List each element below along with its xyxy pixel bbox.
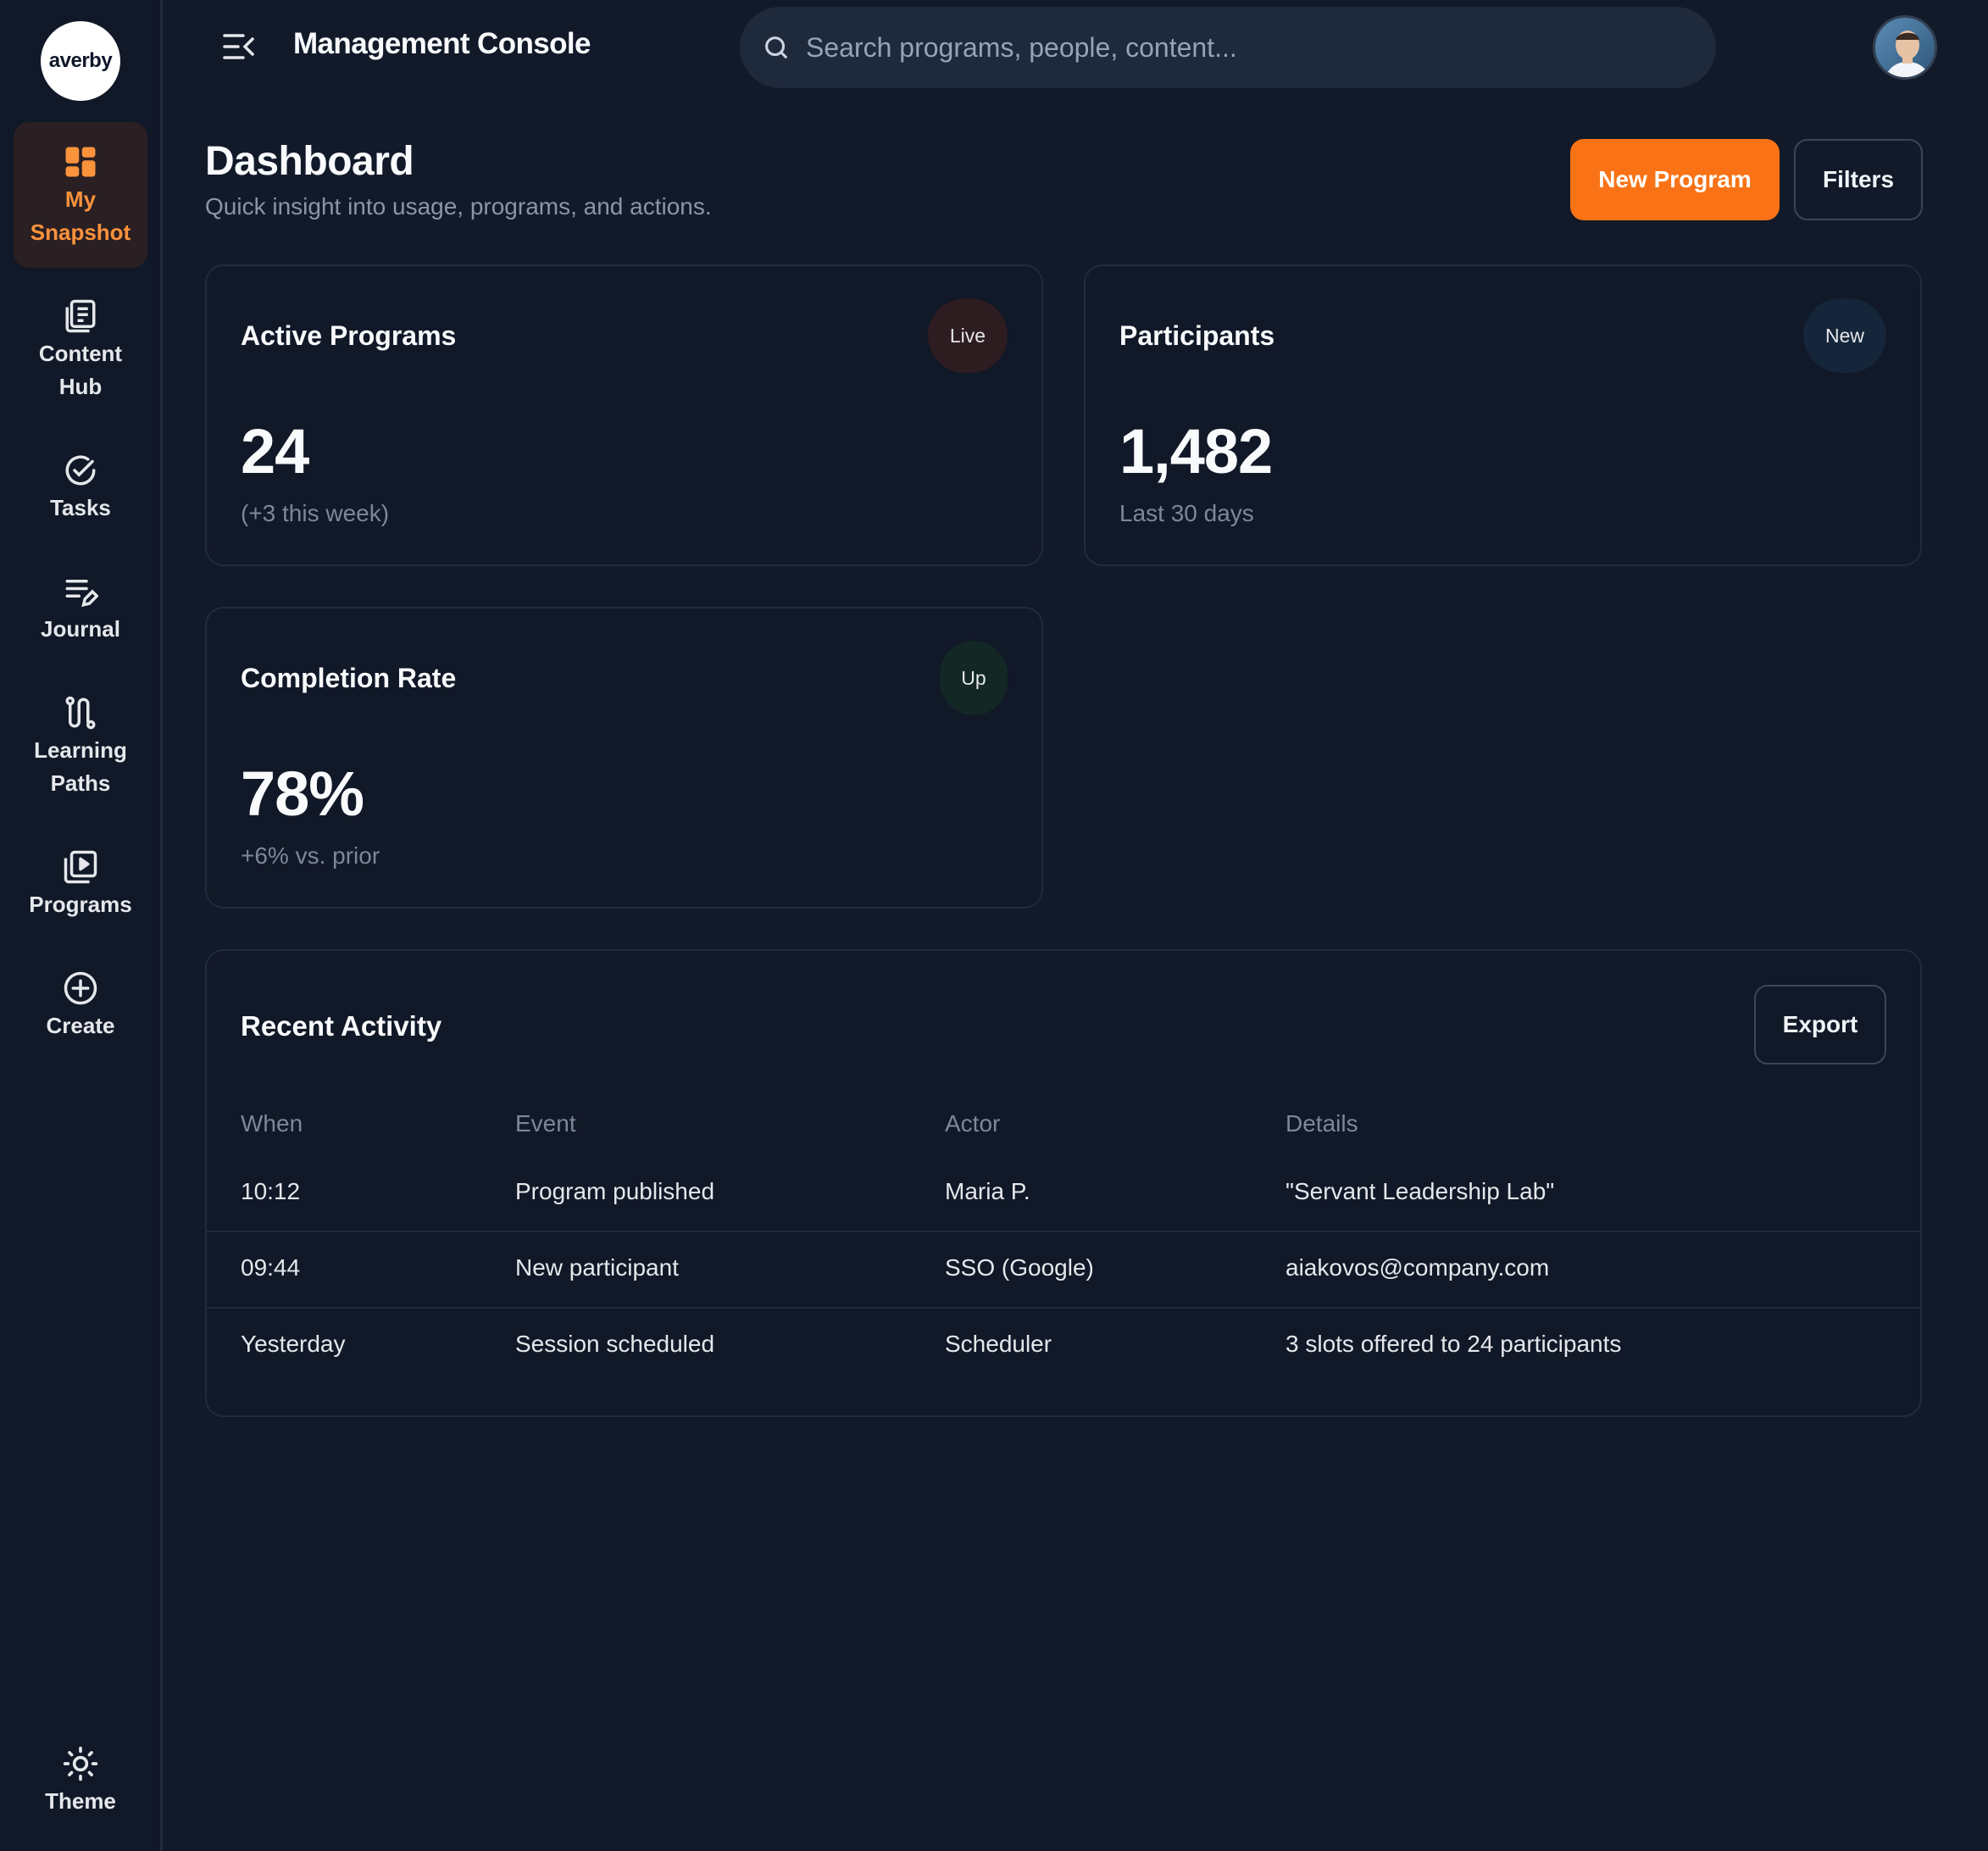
search-input[interactable]	[806, 31, 1653, 64]
section-title: Recent Activity	[241, 1010, 442, 1042]
sidebar-item-label: My Snapshot	[30, 186, 131, 245]
cell-actor: Maria P.	[945, 1178, 1030, 1204]
card-value: 1,482	[1119, 416, 1273, 486]
column-header-event[interactable]: Event	[515, 1110, 576, 1137]
sidebar-item-journal[interactable]: Journal	[14, 572, 147, 646]
export-button[interactable]: Export	[1754, 985, 1886, 1064]
cell-actor: SSO (Google)	[945, 1254, 1094, 1281]
sidebar-item-label: Tasks	[50, 495, 111, 520]
brand-logo[interactable]: averby	[41, 21, 120, 101]
recent-activity-card: Recent Activity Export When Event Actor …	[205, 949, 1922, 1417]
sidebar-item-programs[interactable]: Programs	[14, 848, 147, 921]
sidebar-item-tasks[interactable]: Tasks	[14, 451, 147, 525]
cell-event: Program published	[515, 1178, 715, 1204]
sidebar-item-label: Journal	[41, 616, 120, 642]
card-title: Active Programs	[241, 320, 457, 351]
sidebar-item-my-snapshot[interactable]: My Snapshot	[14, 122, 147, 268]
path-icon	[61, 693, 100, 732]
avatar-photo	[1885, 31, 1930, 77]
filters-button[interactable]: Filters	[1794, 139, 1923, 220]
sidebar-item-create[interactable]: Create	[14, 969, 147, 1042]
card-value: 24	[241, 416, 309, 486]
cell-when: Yesterday	[241, 1331, 346, 1357]
check-circle-icon	[61, 451, 100, 490]
table-row[interactable]: 09:44 New participant SSO (Google) aiako…	[207, 1231, 1920, 1307]
cell-details: aiakovos@company.com	[1286, 1254, 1550, 1281]
completion-rate-card: Completion Rate Up 78% +6% vs. prior	[205, 607, 1043, 909]
column-header-details[interactable]: Details	[1286, 1110, 1358, 1137]
card-title: Participants	[1119, 320, 1275, 351]
plus-circle-icon	[61, 969, 100, 1008]
sun-icon	[61, 1744, 100, 1783]
status-badge: Up	[940, 641, 1008, 715]
status-badge: Live	[928, 298, 1008, 373]
global-search[interactable]	[740, 7, 1716, 88]
card-value: 78%	[241, 759, 364, 829]
column-header-when[interactable]: When	[241, 1110, 303, 1137]
sidebar-item-label: Programs	[29, 892, 132, 917]
card-title: Completion Rate	[241, 663, 457, 693]
menu-collapse-icon	[223, 34, 254, 59]
cell-details: 3 slots offered to 24 participants	[1286, 1331, 1622, 1357]
column-header-actor[interactable]: Actor	[945, 1110, 1000, 1137]
sidebar-item-label: Create	[46, 1013, 115, 1038]
active-programs-card: Active Programs Live 24 (+3 this week)	[205, 264, 1043, 566]
cell-details: "Servant Leadership Lab"	[1286, 1178, 1555, 1204]
journal-pencil-icon	[61, 572, 100, 611]
table-row[interactable]: Yesterday Session scheduled Scheduler 3 …	[207, 1307, 1920, 1383]
dashboard-grid-icon	[61, 142, 100, 181]
cell-actor: Scheduler	[945, 1331, 1052, 1357]
app-title: Management Console	[293, 27, 591, 60]
sidebar: averby My Snapshot Content Hub Tasks Jou…	[0, 0, 163, 1851]
cell-event: Session scheduled	[515, 1331, 715, 1357]
theme-label: Theme	[45, 1788, 116, 1814]
user-avatar[interactable]	[1873, 15, 1937, 80]
content-hub-icon	[61, 297, 100, 336]
card-note: +6% vs. prior	[241, 842, 380, 869]
page-subtitle: Quick insight into usage, programs, and …	[205, 193, 712, 220]
cell-when: 09:44	[241, 1254, 301, 1281]
theme-toggle[interactable]: Theme	[14, 1744, 147, 1818]
status-badge: New	[1803, 298, 1886, 373]
participants-card: Participants New 1,482 Last 30 days	[1084, 264, 1922, 566]
sidebar-item-learning-paths[interactable]: Learning Paths	[14, 693, 147, 800]
cell-when: 10:12	[241, 1178, 301, 1204]
card-note: Last 30 days	[1119, 500, 1254, 526]
play-stack-icon	[61, 848, 100, 887]
new-program-button[interactable]: New Program	[1570, 139, 1780, 220]
page-title: Dashboard	[205, 139, 414, 184]
sidebar-item-label: Content Hub	[38, 341, 123, 399]
search-icon	[765, 36, 787, 58]
table-row[interactable]: 10:12 Program published Maria P. "Servan…	[207, 1156, 1920, 1232]
sidebar-item-content-hub[interactable]: Content Hub	[14, 297, 147, 403]
card-note: (+3 this week)	[241, 500, 390, 526]
collapse-menu-button[interactable]	[222, 32, 256, 61]
sidebar-item-label: Learning Paths	[34, 737, 127, 796]
app-root: averby My Snapshot Content Hub Tasks Jou…	[0, 0, 1988, 1851]
cell-event: New participant	[515, 1254, 679, 1281]
